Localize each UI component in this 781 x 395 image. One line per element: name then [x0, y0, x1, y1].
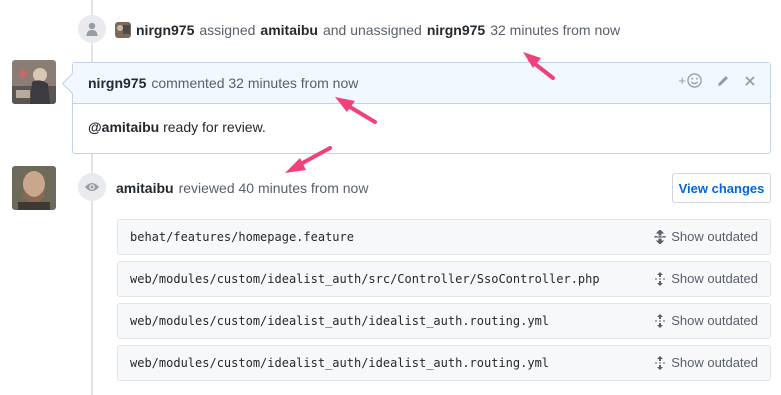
show-outdated-label: Show outdated	[671, 355, 758, 370]
comment-author[interactable]: nirgn975	[88, 75, 146, 91]
file-path[interactable]: web/modules/custom/idealist_auth/src/Con…	[118, 272, 600, 286]
avatar[interactable]	[12, 60, 56, 104]
review-event: amitaibu reviewed 40 minutes from now	[116, 178, 368, 198]
close-icon[interactable]	[744, 75, 756, 87]
avatar[interactable]	[12, 166, 56, 210]
show-outdated-label: Show outdated	[671, 271, 758, 286]
assignee-link[interactable]: amitaibu	[260, 22, 318, 38]
file-row: web/modules/custom/idealist_auth/idealis…	[117, 345, 771, 381]
person-icon	[78, 15, 106, 43]
add-reaction-button[interactable]: +	[678, 73, 702, 88]
comment-text: ready for review.	[163, 119, 266, 135]
comment-meta[interactable]: commented 32 minutes from now	[151, 75, 358, 91]
unassignee-link[interactable]: nirgn975	[427, 22, 485, 38]
annotation-arrowhead	[285, 158, 306, 173]
unfold-icon	[655, 313, 666, 328]
show-outdated-button[interactable]: Show outdated	[654, 355, 758, 370]
unfold-icon	[655, 355, 666, 370]
view-changes-button[interactable]: View changes	[672, 173, 771, 203]
comment-header: nirgn975 commented 32 minutes from now +	[73, 63, 770, 104]
comment-body: @amitaibu ready for review.	[73, 104, 770, 150]
mention-link[interactable]: @amitaibu	[88, 119, 159, 135]
show-outdated-label: Show outdated	[671, 313, 758, 328]
avatar[interactable]	[115, 22, 131, 38]
show-outdated-label: Show outdated	[671, 229, 758, 244]
show-outdated-button[interactable]: Show outdated	[654, 313, 758, 328]
review-author[interactable]: amitaibu	[116, 180, 174, 196]
file-row: behat/features/homepage.feature Show out…	[117, 219, 771, 255]
file-row: web/modules/custom/idealist_auth/idealis…	[117, 303, 771, 339]
event-time[interactable]: 32 minutes from now	[490, 22, 620, 38]
unfold-icon	[654, 229, 667, 244]
unassigned-text: and unassigned	[322, 22, 422, 38]
unfold-icon	[655, 271, 666, 286]
assign-event: nirgn975 assigned amitaibu and unassigne…	[115, 19, 620, 41]
review-meta[interactable]: reviewed 40 minutes from now	[179, 180, 369, 196]
comment-box: nirgn975 commented 32 minutes from now +…	[61, 62, 771, 154]
smiley-icon	[687, 73, 702, 88]
add-reaction-label: +	[678, 73, 686, 88]
file-path[interactable]: behat/features/homepage.feature	[118, 230, 354, 244]
show-outdated-button[interactable]: Show outdated	[654, 271, 758, 286]
file-path[interactable]: web/modules/custom/idealist_auth/idealis…	[118, 356, 549, 370]
comment-actions: +	[678, 73, 756, 88]
pencil-icon[interactable]	[716, 74, 730, 88]
actor-link[interactable]: nirgn975	[136, 22, 194, 38]
assigned-text: assigned	[199, 22, 256, 38]
show-outdated-button[interactable]: Show outdated	[654, 229, 758, 244]
eye-icon	[78, 173, 106, 201]
file-row: web/modules/custom/idealist_auth/src/Con…	[117, 261, 771, 297]
file-path[interactable]: web/modules/custom/idealist_auth/idealis…	[118, 314, 549, 328]
